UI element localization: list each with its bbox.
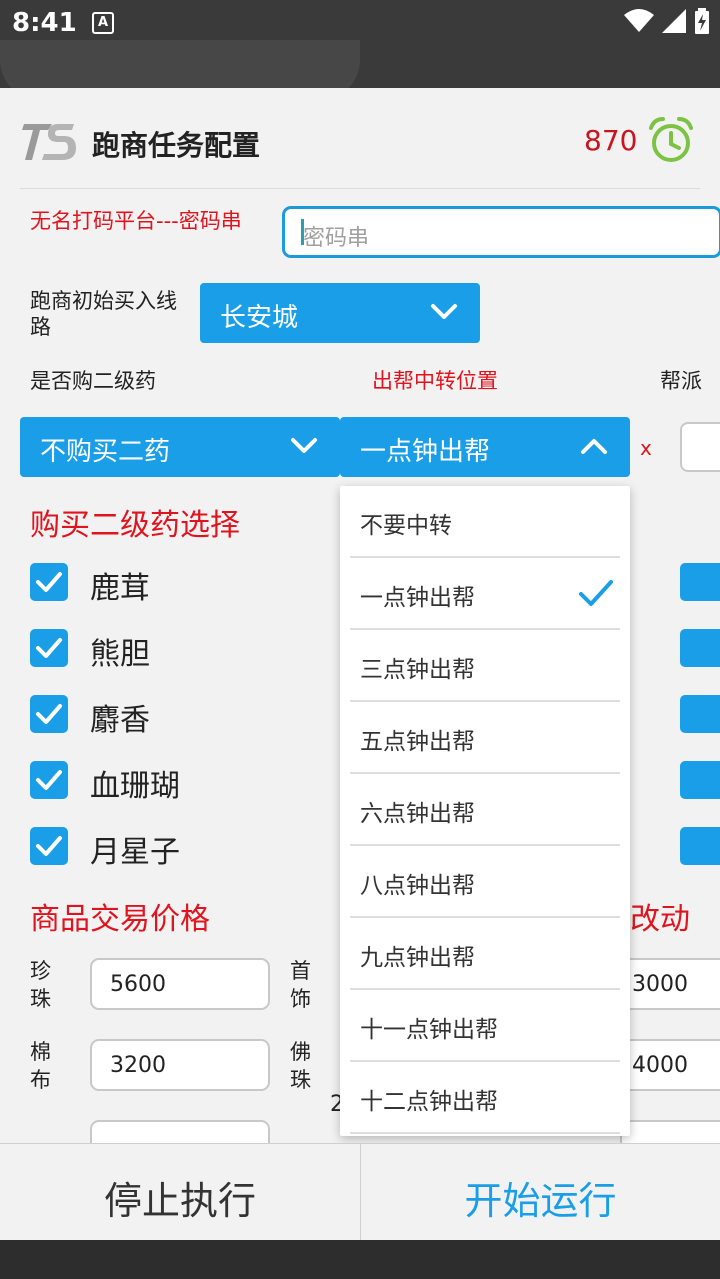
check-icon <box>579 580 613 606</box>
dropdown-option-label: 五点钟出帮 <box>360 729 475 755</box>
app-header: 跑商任务配置 870 <box>0 88 720 190</box>
x-mark: x <box>640 436 652 460</box>
prices-title: 商品交易价格 <box>30 902 210 937</box>
counter-value: 870 <box>584 124 638 157</box>
dropdown-option-label: 十二点钟出帮 <box>360 1089 498 1115</box>
buy-secondary-label: 是否购二级药 <box>30 369 156 393</box>
dropdown-option-label: 九点钟出帮 <box>360 945 475 971</box>
status-bar: 8:41 A <box>0 0 720 88</box>
gang-label: 帮派 <box>660 369 702 393</box>
password-input[interactable]: 密码串 <box>282 206 720 258</box>
dropdown-option[interactable]: 不要中转 <box>350 486 620 558</box>
dropdown-option-label: 十一点钟出帮 <box>360 1017 498 1043</box>
checkbox-checked-icon[interactable] <box>680 629 720 667</box>
dropdown-option[interactable]: 九点钟出帮 <box>350 918 620 990</box>
checkbox-checked-icon[interactable] <box>30 761 68 799</box>
checkbox-checked-icon[interactable] <box>680 563 720 601</box>
password-label: 无名打码平台---密码串 <box>30 209 242 233</box>
stop-button-label: 停止执行 <box>103 1179 256 1223</box>
transfer-dropdown-menu: 不要中转 一点钟出帮 三点钟出帮 五点钟出帮 六点钟出帮 八点钟出帮 九点钟出帮… <box>340 486 630 1136</box>
wifi-icon <box>624 9 654 32</box>
header-divider <box>20 188 700 189</box>
signal-icon <box>662 9 686 33</box>
dropdown-option-label: 一点钟出帮 <box>360 585 475 611</box>
price-value: 3000 <box>632 972 688 997</box>
dropdown-option[interactable]: 十一点钟出帮 <box>350 990 620 1062</box>
transfer-label: 出帮中转位置 <box>372 369 498 393</box>
price-label: 首饰 <box>290 959 311 1011</box>
checkbox-checked-icon[interactable] <box>30 629 68 667</box>
notification-icon: A <box>92 12 114 34</box>
checkbox-checked-icon[interactable] <box>30 563 68 601</box>
dropdown-option-label: 不要中转 <box>360 513 452 539</box>
transfer-select[interactable]: 一点钟出帮 <box>340 417 630 477</box>
price-value: 3200 <box>110 1053 166 1078</box>
chevron-down-icon <box>291 438 317 453</box>
chevron-down-icon <box>431 304 457 319</box>
alarm-clock-icon[interactable] <box>648 116 694 164</box>
price-input[interactable]: 5600 <box>90 958 270 1010</box>
price-label: 棉布 <box>30 1040 51 1092</box>
checkbox-checked-icon[interactable] <box>680 761 720 799</box>
bottom-action-bar: 停止执行 开始运行 <box>0 1143 720 1241</box>
price-input[interactable]: 3000 <box>620 958 720 1010</box>
status-bar-shade <box>0 40 360 88</box>
status-icons <box>624 8 710 34</box>
price-label: 佛珠 <box>290 1040 311 1092</box>
secondary-med-title: 购买二级药选择 <box>30 508 240 543</box>
dropdown-option[interactable]: 五点钟出帮 <box>350 702 620 774</box>
price-input[interactable]: 4000 <box>620 1039 720 1091</box>
price-value: 4000 <box>632 1053 688 1078</box>
price-value: 5600 <box>110 972 166 997</box>
dropdown-option-selected[interactable]: 一点钟出帮 <box>350 558 620 630</box>
dropdown-option-label: 八点钟出帮 <box>360 873 475 899</box>
dropdown-option[interactable]: 六点钟出帮 <box>350 774 620 846</box>
checkbox-checked-icon[interactable] <box>30 695 68 733</box>
start-button[interactable]: 开始运行 <box>360 1144 720 1241</box>
status-time: 8:41 <box>12 8 77 38</box>
start-button-label: 开始运行 <box>464 1179 617 1223</box>
dropdown-option[interactable]: 八点钟出帮 <box>350 846 620 918</box>
dropdown-option[interactable]: 十二点钟出帮 <box>350 1062 620 1134</box>
page-title: 跑商任务配置 <box>92 129 261 162</box>
buy-secondary-select[interactable]: 不购买二药 <box>20 417 340 477</box>
battery-icon <box>695 8 709 34</box>
ts-logo-icon <box>22 124 76 160</box>
med-label: 月星子 <box>90 835 180 870</box>
transfer-select-value: 一点钟出帮 <box>360 437 491 467</box>
price-label: 珍珠 <box>30 959 51 1011</box>
stop-button[interactable]: 停止执行 <box>0 1144 360 1241</box>
buy-secondary-select-value: 不购买二药 <box>40 437 171 467</box>
med-label: 熊胆 <box>90 637 150 672</box>
route-label: 跑商初始买入线路 <box>30 289 177 339</box>
checkbox-checked-icon[interactable] <box>680 695 720 733</box>
route-select[interactable]: 长安城 <box>200 283 480 343</box>
med-label: 血珊瑚 <box>90 769 180 804</box>
chevron-up-icon <box>581 439 607 454</box>
med-label: 麝香 <box>90 703 150 738</box>
gang-input[interactable] <box>680 422 720 472</box>
checkbox-checked-icon[interactable] <box>680 827 720 865</box>
price-input[interactable]: 3200 <box>90 1039 270 1091</box>
route-select-value: 长安城 <box>220 303 299 333</box>
med-label: 鹿茸 <box>90 571 150 606</box>
dropdown-option-label: 三点钟出帮 <box>360 657 475 683</box>
password-placeholder: 密码串 <box>303 226 370 251</box>
checkbox-checked-icon[interactable] <box>30 827 68 865</box>
dropdown-option-label: 六点钟出帮 <box>360 801 475 827</box>
dropdown-option[interactable]: 三点钟出帮 <box>350 630 620 702</box>
prices-right-title: 改动 <box>630 902 690 937</box>
system-nav-bar <box>0 1240 720 1279</box>
